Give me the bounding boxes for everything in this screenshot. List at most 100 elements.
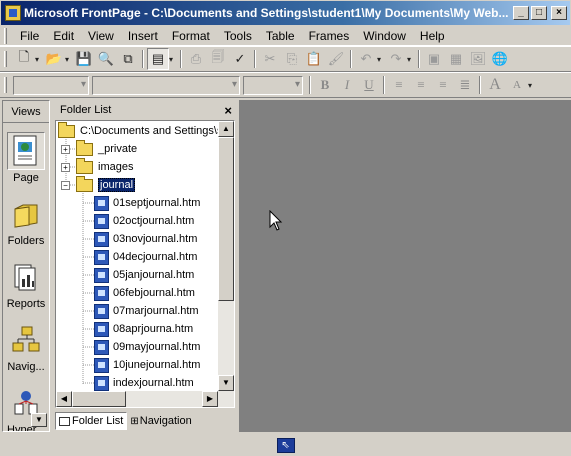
view-reports-label: Reports xyxy=(6,298,46,310)
tree-folder-private[interactable]: + _private xyxy=(61,139,137,158)
folder-list-toggle-icon[interactable]: ▤ xyxy=(147,48,169,70)
tree-file[interactable]: 06febjournal.htm xyxy=(94,284,195,302)
style-combo[interactable] xyxy=(13,75,89,95)
open-folder-icon[interactable]: 📂 xyxy=(43,48,65,70)
scroll-right-icon[interactable]: ▶ xyxy=(202,391,218,407)
tree-file[interactable]: 02octjournal.htm xyxy=(94,212,194,230)
save-icon[interactable]: 💾 xyxy=(73,48,95,70)
tree-file[interactable]: 07marjournal.htm xyxy=(94,302,199,320)
folder-tree-horizontal-scrollbar[interactable]: ◀ ▶ xyxy=(56,391,234,407)
file-label: 07marjournal.htm xyxy=(113,305,199,317)
menu-edit[interactable]: Edit xyxy=(46,29,81,43)
new-dropdown-icon[interactable]: ▾ xyxy=(35,55,43,64)
status-connection-icon[interactable]: ⇖ xyxy=(276,437,295,453)
maximize-button[interactable]: □ xyxy=(531,6,547,20)
menu-view[interactable]: View xyxy=(81,29,121,43)
print-preview-icon[interactable]: 🗐 xyxy=(207,48,229,70)
tree-file[interactable]: 01septjournal.htm xyxy=(94,194,200,212)
undo-dropdown-icon[interactable]: ▾ xyxy=(377,55,385,64)
format-toolbar-grip[interactable] xyxy=(4,77,7,93)
vertical-scroll-thumb[interactable] xyxy=(218,137,234,301)
collapse-minus-icon[interactable]: − xyxy=(61,180,70,190)
search-icon[interactable]: 🔍 xyxy=(95,48,117,70)
views-scroll-down-button[interactable]: ▼ xyxy=(31,413,47,427)
menu-file[interactable]: File xyxy=(13,29,46,43)
menu-insert[interactable]: Insert xyxy=(121,29,165,43)
tree-file[interactable]: 09mayjournal.htm xyxy=(94,338,200,356)
menu-grip[interactable] xyxy=(4,27,7,44)
menu-help[interactable]: Help xyxy=(413,29,452,43)
tree-root-folder[interactable]: C:\Documents and Settings\st xyxy=(58,121,226,140)
folder-label-selected: journal xyxy=(98,178,136,192)
publish-icon[interactable]: ⧉ xyxy=(117,48,139,70)
insert-component-icon[interactable]: ▣ xyxy=(423,48,445,70)
close-button[interactable]: × xyxy=(551,6,567,20)
cut-icon[interactable]: ✂ xyxy=(259,48,281,70)
increase-font-button[interactable]: A xyxy=(484,74,506,96)
tree-file[interactable]: 05janjournal.htm xyxy=(94,266,194,284)
view-page[interactable]: Page xyxy=(3,123,49,186)
undo-icon[interactable]: ↶ xyxy=(355,48,377,70)
scroll-up-icon[interactable]: ▲ xyxy=(218,121,234,137)
font-size-combo[interactable] xyxy=(243,75,303,95)
underline-button[interactable]: U xyxy=(358,74,380,96)
align-right-icon[interactable]: ≡ xyxy=(432,74,454,96)
menu-frames[interactable]: Frames xyxy=(302,29,357,43)
folder-icon xyxy=(76,157,93,174)
folder-icon xyxy=(58,121,75,138)
tab-navigation[interactable]: ⊞ Navigation xyxy=(127,412,194,430)
folder-icon xyxy=(76,139,93,156)
font-combo[interactable] xyxy=(92,75,240,95)
paste-icon[interactable]: 📋 xyxy=(303,48,325,70)
redo-dropdown-icon[interactable]: ▾ xyxy=(407,55,415,64)
insert-picture-icon[interactable]: 🖼 xyxy=(467,48,489,70)
menu-tools[interactable]: Tools xyxy=(217,29,259,43)
new-page-icon[interactable]: 🗋 xyxy=(13,48,35,70)
italic-button[interactable]: I xyxy=(336,74,358,96)
open-folder-icon xyxy=(76,175,93,192)
tree-file[interactable]: 10junejournal.htm xyxy=(94,356,200,374)
copy-icon[interactable]: ⎘ xyxy=(281,48,303,70)
folder-tree-vertical-scrollbar[interactable]: ▲ ▼ xyxy=(218,121,234,391)
justify-icon[interactable]: ≣ xyxy=(454,74,476,96)
toolbar-grip[interactable] xyxy=(4,51,7,67)
print-icon[interactable]: ⎙ xyxy=(185,48,207,70)
tree-file[interactable]: 08aprjourna.htm xyxy=(94,320,193,338)
decrease-font-button[interactable]: A xyxy=(506,74,528,96)
bold-button[interactable]: B xyxy=(314,74,336,96)
folder-list-dropdown-icon[interactable]: ▾ xyxy=(169,55,177,64)
tree-file[interactable]: 03novjournal.htm xyxy=(94,230,197,248)
folder-list-title: Folder List xyxy=(60,104,112,116)
file-label: 08aprjourna.htm xyxy=(113,323,194,335)
align-left-icon[interactable]: ≡ xyxy=(388,74,410,96)
view-reports[interactable]: Reports xyxy=(3,249,49,312)
view-navigation[interactable]: Navig... xyxy=(3,312,49,375)
scroll-down-icon[interactable]: ▼ xyxy=(218,375,234,391)
open-dropdown-icon[interactable]: ▾ xyxy=(65,55,73,64)
hyperlink-icon[interactable]: 🌐 xyxy=(489,48,511,70)
folder-list-close-icon[interactable]: × xyxy=(224,103,232,118)
tree-file[interactable]: 04decjournal.htm xyxy=(94,248,197,266)
menu-window[interactable]: Window xyxy=(356,29,413,43)
tab-folder-list[interactable]: Folder List xyxy=(55,412,128,430)
format-more-dropdown-icon[interactable]: ▾ xyxy=(528,81,536,90)
scroll-left-icon[interactable]: ◀ xyxy=(56,391,72,407)
insert-table-icon[interactable]: ▦ xyxy=(445,48,467,70)
expand-plus-icon[interactable]: + xyxy=(61,144,70,154)
main-workspace[interactable] xyxy=(239,100,571,432)
frontpage-app-icon[interactable] xyxy=(5,5,21,21)
tree-folder-journal[interactable]: − journal xyxy=(61,175,136,194)
file-label: 02octjournal.htm xyxy=(113,215,195,227)
align-center-icon[interactable]: ≡ xyxy=(410,74,432,96)
redo-icon[interactable]: ↷ xyxy=(385,48,407,70)
horizontal-scroll-thumb[interactable] xyxy=(72,391,126,407)
tree-folder-images[interactable]: + images xyxy=(61,157,133,176)
expand-plus-icon[interactable]: + xyxy=(61,162,70,172)
format-painter-icon[interactable]: 🖌 xyxy=(325,48,347,70)
menu-table[interactable]: Table xyxy=(259,29,302,43)
menu-format[interactable]: Format xyxy=(165,29,217,43)
view-folders[interactable]: Folders xyxy=(3,186,49,249)
tree-file[interactable]: indexjournal.htm xyxy=(94,374,194,392)
minimize-button[interactable]: _ xyxy=(513,6,529,20)
spelling-icon[interactable]: ✓ xyxy=(229,48,251,70)
